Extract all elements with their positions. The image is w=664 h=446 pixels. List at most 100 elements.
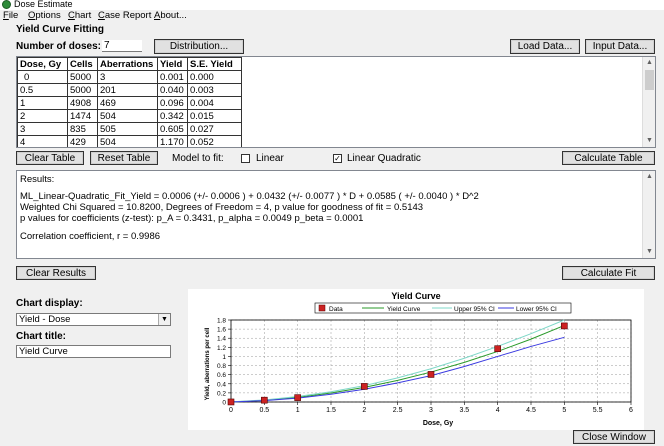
- table-cell[interactable]: 504: [97, 135, 158, 147]
- window-title: Dose Estimate: [14, 0, 73, 9]
- table-cell[interactable]: 5000: [67, 70, 98, 84]
- calculate-fit-button[interactable]: Calculate Fit: [562, 266, 655, 280]
- table-scrollbar[interactable]: ▲ ▼: [642, 57, 655, 147]
- legend-data-label: Data: [329, 306, 343, 313]
- table-cell[interactable]: 0.003: [187, 83, 242, 97]
- chevron-down-icon[interactable]: ▼: [158, 314, 170, 325]
- section-title-yield-curve-fitting: Yield Curve Fitting: [16, 24, 104, 35]
- clear-table-button[interactable]: Clear Table: [16, 151, 84, 165]
- y-tick-label: 0.2: [217, 390, 226, 397]
- data-point-marker: [361, 383, 368, 390]
- table-cell[interactable]: 0.605: [157, 122, 188, 136]
- table-cell[interactable]: 5000: [67, 83, 98, 97]
- menu-about[interactable]: About...: [154, 10, 187, 22]
- table-cell[interactable]: 0.004: [187, 96, 242, 110]
- table-cell[interactable]: 505: [97, 122, 158, 136]
- menu-case-report[interactable]: Case Report: [98, 10, 151, 22]
- x-tick-label: 6: [629, 407, 633, 414]
- table-cell[interactable]: 0.000: [187, 70, 242, 84]
- scroll-up-icon[interactable]: ▲: [643, 57, 655, 69]
- table-cell[interactable]: 1474: [67, 109, 98, 123]
- distribution-button[interactable]: Distribution...: [154, 39, 244, 54]
- results-textbox[interactable]: Results: ML_Linear-Quadratic_Fit_Yield =…: [16, 170, 656, 259]
- table-cell[interactable]: 0.342: [157, 109, 188, 123]
- chart-display-value: Yield - Dose: [19, 314, 71, 325]
- results-scroll-up-icon[interactable]: ▲: [643, 171, 656, 183]
- data-point-marker: [261, 396, 268, 404]
- table-cell[interactable]: 835: [67, 122, 98, 136]
- x-tick-label: 1: [296, 407, 300, 414]
- clear-results-button[interactable]: Clear Results: [16, 266, 96, 280]
- reset-table-button[interactable]: Reset Table: [90, 151, 158, 165]
- close-window-button[interactable]: Close Window: [573, 430, 655, 444]
- table-cell[interactable]: 0.052: [187, 135, 242, 147]
- x-tick-label: 0.5: [259, 407, 269, 414]
- y-tick-label: 0.6: [217, 372, 226, 379]
- table-cell[interactable]: 429: [67, 135, 98, 147]
- menu-chart[interactable]: Chart: [68, 10, 91, 22]
- x-tick-label: 2.5: [393, 407, 403, 414]
- data-point-marker: [427, 371, 435, 378]
- table-cell[interactable]: 1.170: [157, 135, 188, 147]
- table-cell[interactable]: 4: [17, 135, 68, 147]
- linear-label: Linear: [256, 153, 284, 164]
- table-cell[interactable]: 4908: [67, 96, 98, 110]
- table-cell[interactable]: 0.096: [157, 96, 188, 110]
- linear-quadratic-checkbox[interactable]: ✓: [333, 154, 342, 163]
- table-row[interactable]: 1 4908 469 0.096 0.004: [17, 96, 242, 110]
- y-axis-label: Yield, aberrations per cell: [205, 327, 211, 400]
- table-row[interactable]: 0.5 5000 201 0.040 0.003: [17, 83, 242, 97]
- legend-lower-label: Lower 95% CI: [516, 306, 557, 313]
- table-cell[interactable]: 3: [17, 122, 68, 136]
- y-tick-label: 1.4: [217, 336, 226, 343]
- table-cell[interactable]: 3: [97, 70, 158, 84]
- x-tick-label: 3: [429, 407, 433, 414]
- data-point-marker: [561, 322, 568, 330]
- load-data-button[interactable]: Load Data...: [510, 39, 580, 54]
- table-cell[interactable]: 201: [97, 83, 158, 97]
- table-cell[interactable]: 0.027: [187, 122, 242, 136]
- app-icon: [2, 0, 11, 9]
- data-point-marker: [494, 345, 501, 353]
- table-cell[interactable]: 0.5: [17, 83, 68, 97]
- y-tick-label: 1.8: [217, 318, 226, 325]
- chart-title-input[interactable]: Yield Curve: [16, 345, 171, 358]
- table-row[interactable]: 4 429 504 1.170 0.052: [17, 135, 242, 147]
- scroll-down-icon[interactable]: ▼: [643, 135, 655, 147]
- number-of-doses-input[interactable]: 7: [102, 40, 142, 52]
- results-line-correlation: Correlation coefficient, r = 0.9986: [20, 231, 161, 242]
- linear-checkbox[interactable]: [241, 154, 250, 163]
- dose-table-grid[interactable]: Dose, Gy Cells Aberrations Yield S.E. Yi…: [17, 57, 242, 147]
- table-cell[interactable]: 504: [97, 109, 158, 123]
- table-cell[interactable]: 0.040: [157, 83, 188, 97]
- table-cell[interactable]: 0.001: [157, 70, 188, 84]
- table-row[interactable]: 2 1474 504 0.342 0.015: [17, 109, 242, 123]
- data-table[interactable]: Dose, Gy Cells Aberrations Yield S.E. Yi…: [16, 56, 656, 148]
- table-cell[interactable]: 0: [17, 70, 68, 84]
- chart-legend: Data Yield Curve Upper 95% CI Lower 95% …: [314, 302, 572, 314]
- y-tick-label: 0.4: [217, 381, 226, 388]
- y-tick-label: 0.8: [217, 363, 226, 370]
- results-scrollbar[interactable]: ▲ ▼: [642, 171, 655, 258]
- data-point-marker: [227, 398, 235, 406]
- menu-file[interactable]: File: [3, 10, 18, 22]
- menu-options[interactable]: Options: [28, 10, 61, 22]
- chart-display-select[interactable]: Yield - Dose ▼: [16, 313, 171, 326]
- number-of-doses-label: Number of doses:: [16, 41, 102, 52]
- legend-upper-label: Upper 95% CI: [454, 306, 495, 313]
- data-point-marker: [294, 394, 301, 401]
- table-cell[interactable]: 469: [97, 96, 158, 110]
- results-label: Results:: [20, 174, 55, 185]
- table-row[interactable]: 3 835 505 0.605 0.027: [17, 122, 242, 136]
- results-scroll-down-icon[interactable]: ▼: [643, 246, 656, 258]
- table-cell[interactable]: 2: [17, 109, 68, 123]
- model-to-fit-label: Model to fit:: [172, 153, 224, 164]
- header-dose: Dose, Gy: [17, 57, 68, 71]
- table-cell[interactable]: 1: [17, 96, 68, 110]
- table-cell[interactable]: 0.015: [187, 109, 242, 123]
- x-tick-label: 1.5: [326, 407, 336, 414]
- scroll-thumb[interactable]: [645, 70, 654, 90]
- calculate-table-button[interactable]: Calculate Table: [562, 151, 655, 165]
- table-row[interactable]: 0 5000 3 0.001 0.000: [17, 70, 242, 84]
- input-data-button[interactable]: Input Data...: [585, 39, 655, 54]
